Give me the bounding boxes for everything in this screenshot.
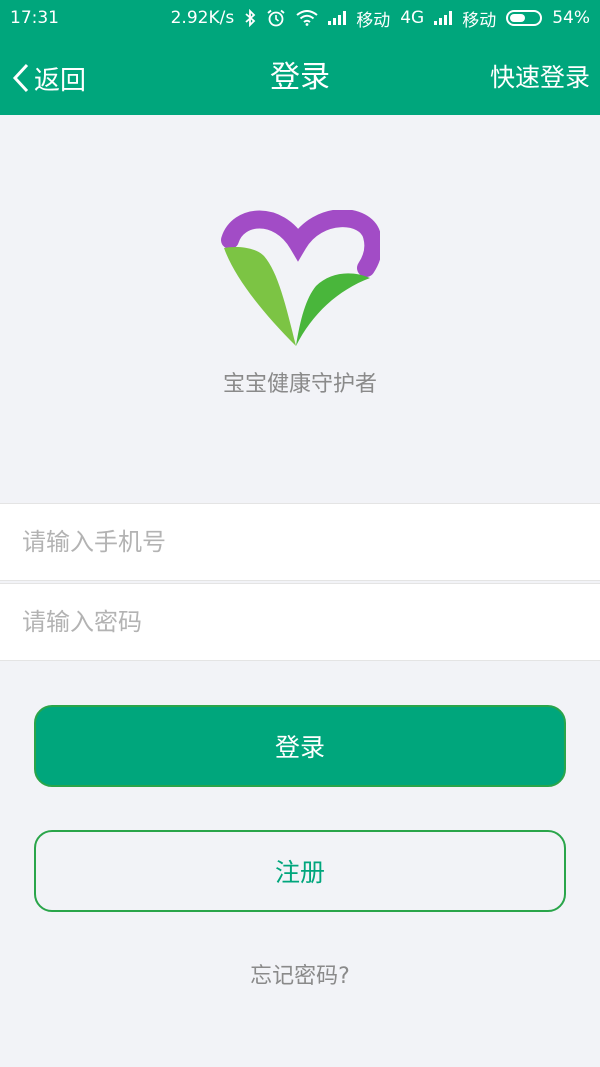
signal-icon-2 — [434, 11, 453, 25]
nav-bar: 返回 登录 快速登录 — [0, 40, 600, 115]
carrier-1: 移动 — [356, 10, 391, 31]
password-input[interactable] — [0, 584, 582, 660]
quick-login-button[interactable]: 快速登录 — [490, 58, 590, 98]
network-type: 4G — [400, 8, 425, 28]
app-logo — [220, 209, 383, 350]
network-speed: 2.92K/s — [170, 8, 235, 28]
phone-field-row — [0, 503, 600, 581]
battery-percent: 54% — [552, 8, 590, 28]
forgot-password-link[interactable]: 忘记密码? — [0, 958, 600, 990]
top-bar: 17:31 2.92K/s 移动 4G 移动 54% 返回 登录 快速登录 — [0, 0, 600, 115]
app-slogan: 宝宝健康守护者 — [222, 372, 377, 397]
battery-icon — [506, 10, 543, 26]
phone-input[interactable] — [0, 504, 582, 580]
signal-icon — [328, 11, 347, 25]
alarm-icon — [266, 9, 286, 27]
status-bar: 17:31 2.92K/s 移动 4G 移动 54% — [0, 0, 600, 36]
status-indicators: 2.92K/s 移动 4G 移动 54% — [171, 6, 590, 31]
login-button[interactable]: 登录 — [34, 705, 566, 787]
battery-fill — [510, 14, 526, 22]
bluetooth-icon — [244, 9, 256, 27]
wifi-icon — [296, 10, 318, 26]
password-field-row — [0, 583, 600, 661]
status-time: 17:31 — [10, 8, 59, 28]
register-button[interactable]: 注册 — [34, 830, 566, 912]
carrier-2: 移动 — [462, 10, 497, 31]
